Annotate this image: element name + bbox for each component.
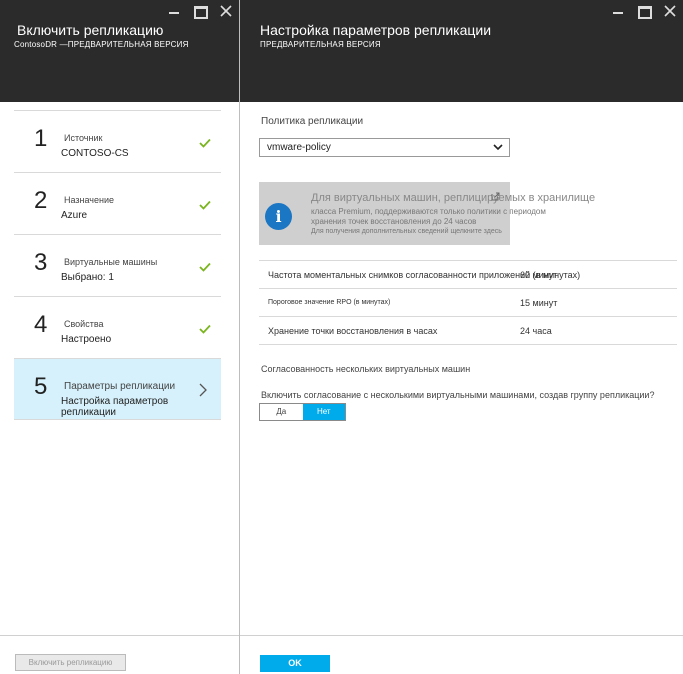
checkmark-icon — [199, 259, 211, 277]
step-virtual-machines[interactable]: 3 Виртуальные машины Выбрано: 1 — [14, 235, 221, 297]
right-blade-header: Настройка параметров репликации ПРЕДВАРИ… — [240, 0, 683, 102]
step-value: Настройка параметров репликации — [61, 396, 169, 418]
maximize-icon[interactable] — [193, 4, 208, 19]
close-icon[interactable] — [219, 4, 233, 18]
step-value: Azure — [61, 210, 88, 221]
left-blade-title: Включить репликацию — [17, 22, 164, 38]
maximize-icon[interactable] — [637, 4, 652, 19]
chevron-down-icon — [493, 142, 503, 155]
right-blade-footer: OK — [240, 635, 683, 674]
minimize-icon[interactable] — [167, 4, 181, 18]
table-row: Хранение точки восстановления в часах 24… — [259, 317, 677, 345]
toggle-no[interactable]: Нет — [302, 404, 345, 420]
step-value: CONTOSO-CS — [61, 148, 129, 159]
table-row: Пороговое значение RPO (в минутах) 15 ми… — [259, 289, 677, 317]
step-number: 1 — [34, 125, 48, 152]
premium-storage-info[interactable]: i Для виртуальных машин, реплицируемых в… — [259, 182, 595, 245]
left-blade-subtitle: ContosoDR —ПРЕДВАРИТЕЛЬНАЯ ВЕРСИЯ — [14, 40, 189, 49]
step-value: Настроено — [61, 334, 112, 345]
row-value: 15 минут — [520, 298, 558, 308]
left-window-controls — [167, 4, 233, 19]
chevron-right-icon — [199, 383, 207, 402]
info-link[interactable]: Для получения дополнительных сведений ще… — [311, 228, 502, 235]
toggle-yes[interactable]: Да — [260, 404, 303, 420]
enable-replication-button[interactable]: Включить репликацию — [15, 654, 126, 671]
step-properties[interactable]: 4 Свойства Настроено — [14, 297, 221, 359]
step-value: Выбрано: 1 — [61, 272, 114, 283]
checkmark-icon — [199, 135, 211, 153]
right-blade-subtitle: ПРЕДВАРИТЕЛЬНАЯ ВЕРСИЯ — [260, 40, 381, 49]
step-number: 2 — [34, 187, 48, 214]
external-link-icon[interactable] — [491, 188, 500, 206]
step-replication-settings[interactable]: 5 Параметры репликации Настройка парамет… — [14, 359, 221, 420]
left-blade-footer: Включить репликацию — [0, 635, 239, 674]
info-line: хранения точек восстановления до 24 часо… — [311, 217, 477, 226]
table-row: Частота моментальных снимков согласованн… — [259, 261, 677, 289]
info-icon: i — [265, 203, 292, 230]
step-source[interactable]: 1 Источник CONTOSO-CS — [14, 111, 221, 173]
close-icon[interactable] — [663, 4, 677, 18]
right-window-controls — [611, 4, 677, 19]
step-number: 4 — [34, 311, 48, 338]
minimize-icon[interactable] — [611, 4, 625, 18]
ok-button[interactable]: OK — [260, 655, 330, 672]
step-label: Источник — [64, 133, 103, 143]
step-target[interactable]: 2 Назначение Azure — [14, 173, 221, 235]
step-label: Виртуальные машины — [64, 257, 158, 267]
step-label: Свойства — [64, 319, 104, 329]
step-label: Назначение — [64, 195, 115, 205]
enable-replication-blade: Включить репликацию ContosoDR —ПРЕДВАРИТ… — [0, 0, 240, 674]
dropdown-value: vmware-policy — [267, 142, 331, 153]
row-key: Пороговое значение RPO (в минутах) — [268, 299, 391, 306]
multivm-question: Включить согласование с несколькими вирт… — [261, 390, 655, 400]
step-number: 3 — [34, 249, 48, 276]
left-blade-header: Включить репликацию ContosoDR —ПРЕДВАРИТ… — [0, 0, 239, 102]
policy-details-table: Частота моментальных снимков согласованн… — [259, 260, 677, 345]
info-line: класса Premium, поддерживаются только по… — [311, 207, 546, 216]
multivm-label: Согласованность нескольких виртуальных м… — [261, 364, 471, 374]
wizard-steps: 1 Источник CONTOSO-CS 2 Назначение Azure… — [14, 110, 221, 420]
info-line: Для виртуальных машин, реплицируемых в х… — [311, 192, 596, 204]
multivm-toggle[interactable]: Да Нет — [259, 403, 346, 421]
right-blade-title: Настройка параметров репликации — [260, 22, 492, 38]
replication-settings-blade: Настройка параметров репликации ПРЕДВАРИ… — [240, 0, 683, 674]
checkmark-icon — [199, 197, 211, 215]
policy-label: Политика репликации — [261, 116, 364, 127]
row-value: 60 минут — [520, 270, 558, 280]
step-label: Параметры репликации — [64, 381, 176, 392]
replication-policy-dropdown[interactable]: vmware-policy — [259, 138, 510, 157]
row-key: Хранение точки восстановления в часах — [268, 326, 438, 336]
row-value: 24 часа — [520, 326, 552, 336]
step-number: 5 — [34, 373, 48, 400]
checkmark-icon — [199, 321, 211, 339]
